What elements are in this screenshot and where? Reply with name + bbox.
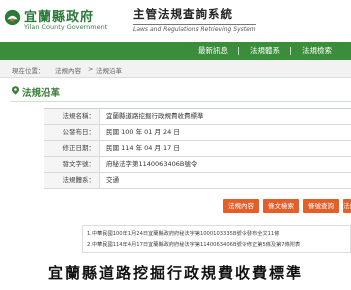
title-divider — [10, 101, 351, 102]
law-content-button[interactable]: 法規內容 — [223, 199, 259, 213]
system-title: 主管法規查詢系統 — [133, 7, 233, 21]
page-title: 法規沿革 — [22, 88, 61, 99]
list-item: 2.中華民國114年4月17日宜蘭縣政府府秘法字第1140063406B號令修正… — [87, 242, 301, 248]
image-caption: 宜蘭縣道路挖掘行政規費收費標準 — [47, 264, 303, 282]
breadcrumb: 現在位置： 法規內容 > 法規沿革 — [0, 60, 351, 78]
table-row: 修正日期： 民國 114 年 04 月 17 日 — [44, 141, 351, 157]
location-pin-icon — [12, 86, 19, 95]
row-value-amend-date: 民國 114 年 04 月 17 日 — [106, 144, 180, 152]
nav-item-law-search[interactable]: 法規檢索 — [302, 45, 332, 56]
site-header: 宜蘭縣政府 Yilan County Government 主管法規查詢系統 L… — [0, 0, 351, 42]
amendment-history-list: 1.中華民國100年1月24日宜蘭縣政府府秘法字第1000103335B號令發布… — [82, 225, 351, 253]
nav-item-law-system[interactable]: 法規體系 — [250, 45, 280, 56]
table-row: 法規體系： 交通 — [44, 173, 351, 189]
list-item: 1.中華民國100年1月24日宜蘭縣政府府秘法字第1000103335B號令發布… — [87, 231, 280, 237]
row-label-law-name: 法規名稱： — [44, 109, 100, 124]
nav-item-latest-news[interactable]: 最新訊息 — [198, 45, 228, 56]
row-label-amend-date: 修正日期： — [44, 141, 100, 156]
main-nav: 最新訊息 法規體系 法規檢索 — [0, 42, 351, 60]
table-row: 公發布日： 民國 100 年 01 月 24 日 — [44, 125, 351, 141]
system-subtitle: Laws and Regulations Retrieving System — [133, 24, 256, 33]
breadcrumb-label: 現在位置： — [12, 67, 45, 75]
law-history-button[interactable]: 法規沿 — [343, 199, 351, 213]
article-number-query-button[interactable]: 條號查詢 — [303, 199, 339, 213]
row-value-law-name: 宜蘭縣道路挖掘行政規費收費標準 — [106, 112, 204, 120]
nav-divider — [290, 47, 291, 55]
row-label-law-category: 法規體系： — [44, 173, 100, 188]
law-detail-table: 法規名稱： 宜蘭縣道路挖掘行政規費收費標準 公發布日： 民國 100 年 01 … — [44, 108, 351, 189]
logo-subtitle: Yilan County Government — [24, 23, 108, 31]
nav-divider — [238, 47, 239, 55]
county-emblem-icon — [4, 9, 21, 26]
breadcrumb-item-law-content[interactable]: 法規內容 — [55, 65, 81, 75]
row-label-publish-date: 公發布日： — [44, 125, 100, 140]
breadcrumb-separator: > — [88, 65, 94, 73]
article-search-button[interactable]: 條文檢索 — [263, 199, 299, 213]
table-row: 法規名稱： 宜蘭縣道路挖掘行政規費收費標準 — [44, 109, 351, 125]
table-row: 發文字號： 府秘法字第1140063406B號令 — [44, 157, 351, 173]
row-label-doc-number: 發文字號： — [44, 157, 100, 172]
breadcrumb-item-law-history: 法規沿革 — [96, 67, 122, 75]
row-value-law-category: 交通 — [106, 176, 119, 184]
row-value-doc-number: 府秘法字第1140063406B號令 — [106, 160, 198, 168]
row-value-publish-date: 民國 100 年 01 月 24 日 — [106, 128, 180, 136]
action-button-bar: 法規內容 條文檢索 條號查詢 法規沿 — [0, 199, 351, 215]
